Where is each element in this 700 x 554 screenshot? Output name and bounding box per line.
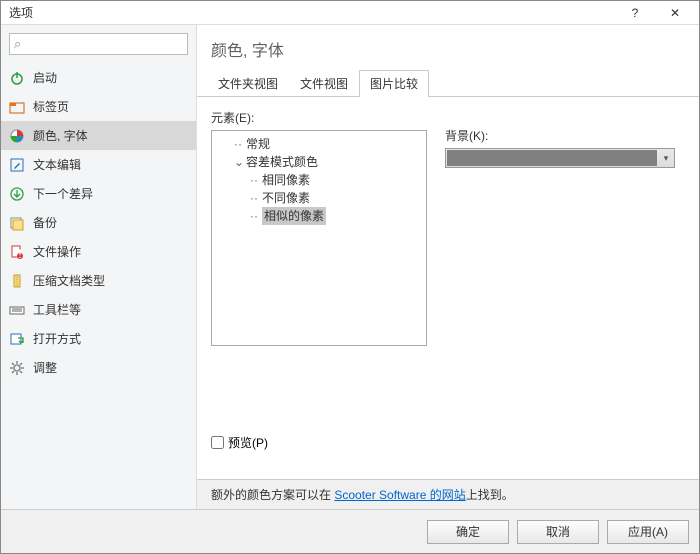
nav-list: 启动 标签页 颜色, 字体 文本编辑 下一个差异 备份: [1, 63, 196, 509]
cancel-button[interactable]: 取消: [517, 520, 599, 544]
background-color-combo[interactable]: ▾: [445, 148, 675, 168]
svg-text:!: !: [18, 247, 21, 260]
nav-startup[interactable]: 启动: [1, 63, 196, 92]
nav-next-diff[interactable]: 下一个差异: [1, 179, 196, 208]
nav-open-with[interactable]: 打开方式: [1, 324, 196, 353]
nav-label: 压缩文档类型: [33, 272, 105, 289]
sidebar: ⌕ 启动 标签页 颜色, 字体 文本编辑 下一个差异: [1, 25, 197, 509]
zip-icon: [9, 273, 25, 289]
search-input-wrapper[interactable]: ⌕: [9, 33, 188, 55]
palette-icon: [9, 128, 25, 144]
nav-text-edit[interactable]: 文本编辑: [1, 150, 196, 179]
nav-label: 颜色, 字体: [33, 127, 88, 144]
tab-folder-view[interactable]: 文件夹视图: [207, 70, 289, 97]
tree-node-diff[interactable]: ··不同像素: [250, 189, 310, 207]
window-title: 选项: [9, 4, 615, 21]
nav-label: 下一个差异: [33, 185, 93, 202]
nav-tweaks[interactable]: 调整: [1, 353, 196, 382]
nav-label: 备份: [33, 214, 57, 231]
background-label: 背景(K):: [445, 127, 685, 144]
open-with-icon: [9, 331, 25, 347]
nav-label: 打开方式: [33, 330, 81, 347]
nav-file-ops[interactable]: ! 文件操作: [1, 237, 196, 266]
element-label: 元素(E):: [211, 109, 427, 126]
nav-label: 启动: [33, 69, 57, 86]
nav-label: 调整: [33, 359, 57, 376]
nav-backup[interactable]: 备份: [1, 208, 196, 237]
gear-icon: [9, 360, 25, 376]
nav-label: 标签页: [33, 98, 69, 115]
pencil-icon: [9, 157, 25, 173]
page-title: 颜色, 字体: [197, 25, 699, 69]
backup-icon: [9, 215, 25, 231]
nav-archive[interactable]: 压缩文档类型: [1, 266, 196, 295]
scooter-link[interactable]: Scooter Software 的网站: [334, 488, 465, 502]
tab-icon: [9, 99, 25, 115]
preview-checkbox[interactable]: [211, 436, 224, 449]
chevron-down-icon: ▾: [658, 149, 674, 167]
nav-tabs[interactable]: 标签页: [1, 92, 196, 121]
tree-node-same[interactable]: ··相同像素: [250, 171, 310, 189]
element-tree[interactable]: ··常规 ⌄容差模式颜色 ··相同像素 ··不同像素 ··相似的像素: [211, 130, 427, 346]
nav-label: 工具栏等: [33, 301, 81, 318]
footer-text: 额外的颜色方案可以在 Scooter Software 的网站上找到。: [197, 479, 699, 509]
main: ⌕ 启动 标签页 颜色, 字体 文本编辑 下一个差异: [1, 25, 699, 509]
nav-label: 文本编辑: [33, 156, 81, 173]
titlebar: 选项 ? ✕: [1, 1, 699, 25]
nav-label: 文件操作: [33, 243, 81, 260]
file-ops-icon: !: [9, 244, 25, 260]
arrow-down-icon: [9, 186, 25, 202]
button-bar: 确定 取消 应用(A): [1, 509, 699, 553]
tab-panel: 元素(E): ··常规 ⌄容差模式颜色 ··相同像素 ··不同像素 ··相似的像…: [197, 97, 699, 479]
ok-button[interactable]: 确定: [427, 520, 509, 544]
content: 颜色, 字体 文件夹视图 文件视图 图片比较 元素(E): ··常规 ⌄容差模式…: [197, 25, 699, 509]
preview-label: 预览(P): [228, 434, 268, 451]
nav-colors-fonts[interactable]: 颜色, 字体: [1, 121, 196, 150]
nav-toolbar[interactable]: 工具栏等: [1, 295, 196, 324]
tree-node-similar[interactable]: ··相似的像素: [250, 207, 326, 225]
close-button[interactable]: ✕: [655, 2, 695, 24]
power-icon: [9, 70, 25, 86]
search-icon: ⌕: [14, 36, 21, 52]
tree-node-general[interactable]: ··常规: [234, 135, 270, 153]
tab-bar: 文件夹视图 文件视图 图片比较: [197, 69, 699, 97]
apply-button[interactable]: 应用(A): [607, 520, 689, 544]
tab-file-view[interactable]: 文件视图: [289, 70, 359, 97]
help-button[interactable]: ?: [615, 2, 655, 24]
tree-node-tolerance[interactable]: ⌄容差模式颜色: [234, 153, 318, 171]
color-swatch: [447, 150, 657, 166]
keyboard-icon: [9, 302, 25, 318]
preview-row: 预览(P): [211, 434, 268, 451]
tab-picture-compare[interactable]: 图片比较: [359, 70, 429, 97]
search-input[interactable]: [23, 37, 183, 51]
